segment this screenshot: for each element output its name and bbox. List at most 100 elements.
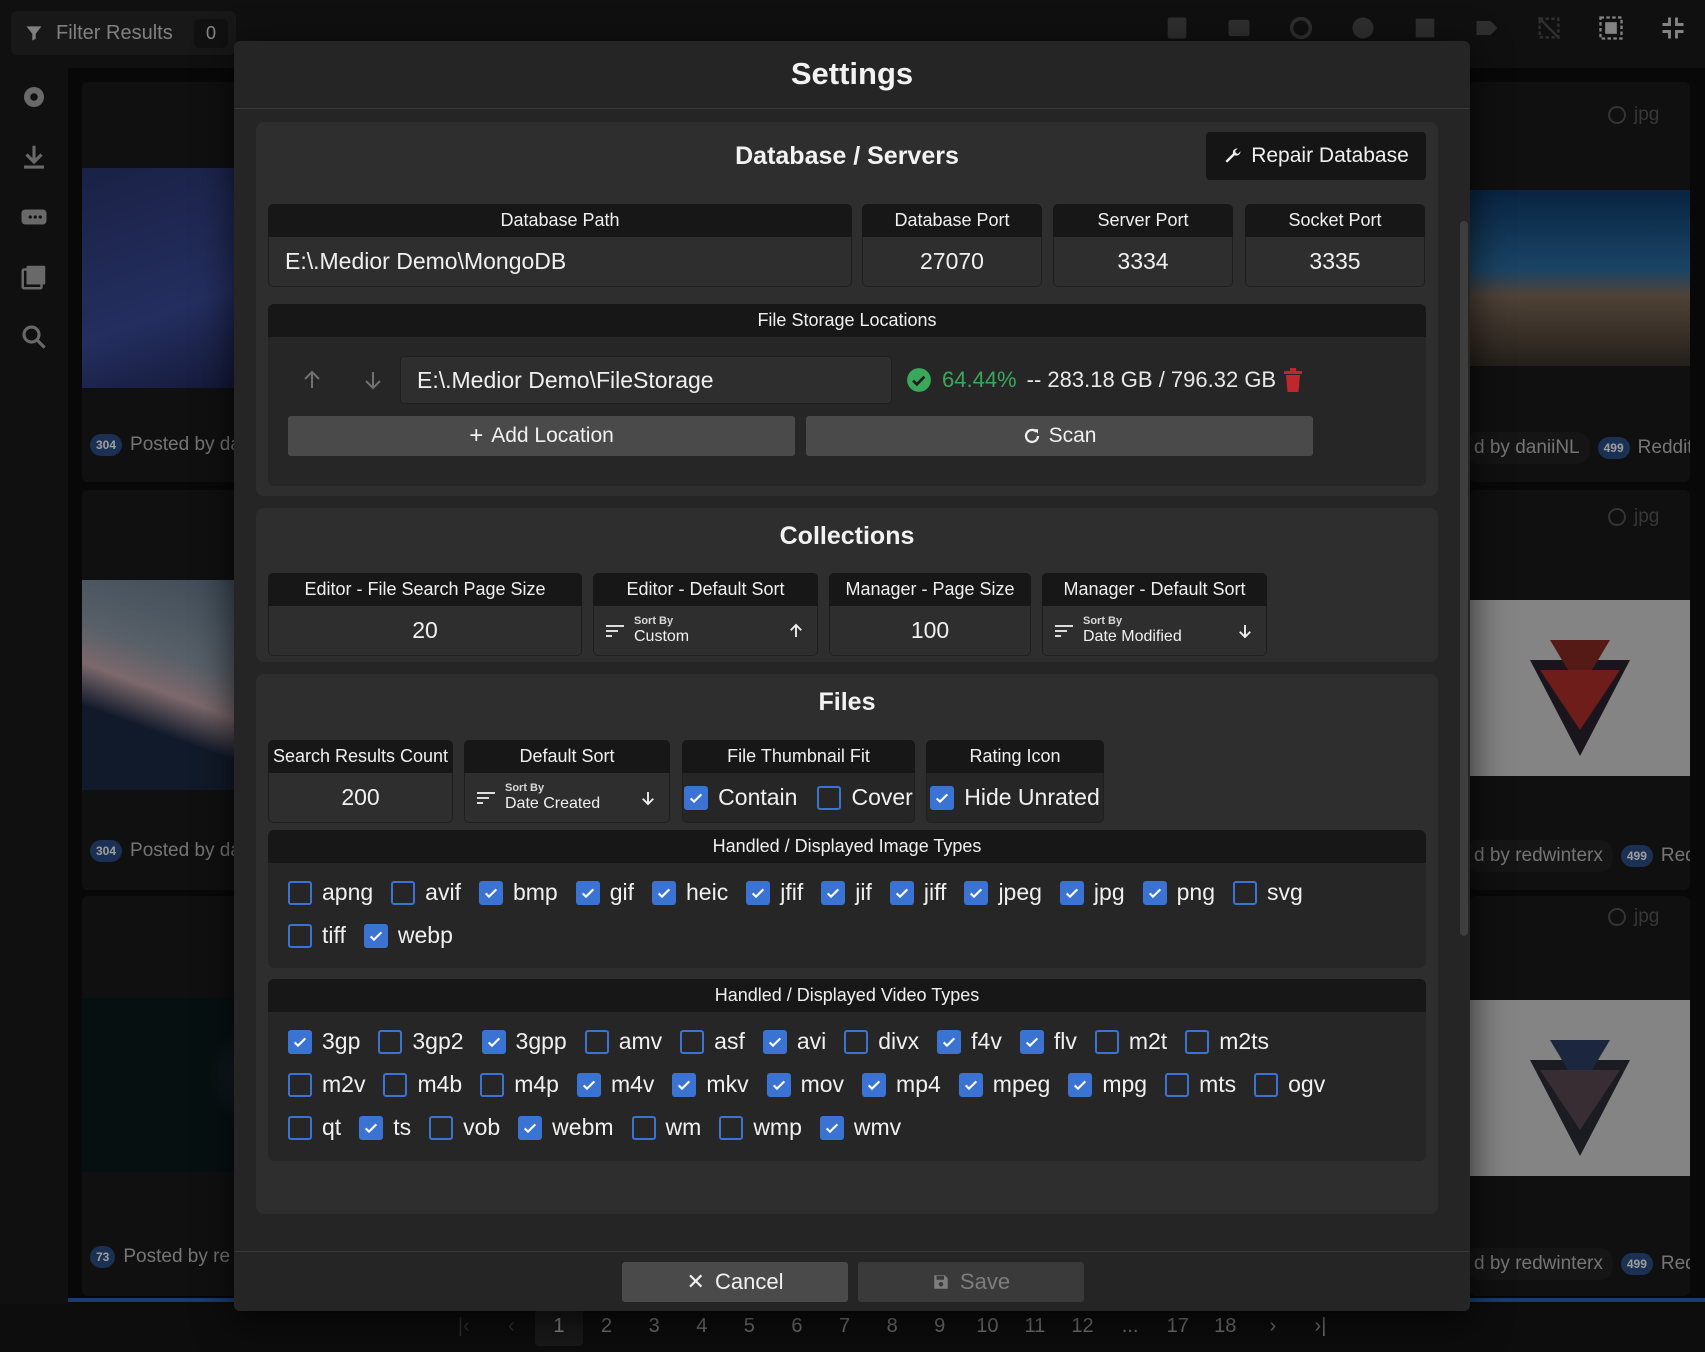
filetype-checkbox[interactable]: ts	[359, 1114, 411, 1141]
filetype-checkbox[interactable]: m2t	[1094, 1028, 1167, 1055]
filetype-checkbox[interactable]: jfif	[746, 879, 803, 906]
checkbox-box[interactable]	[631, 1115, 656, 1140]
search-results-count-input[interactable]: 200	[268, 773, 453, 823]
trash-icon[interactable]	[1282, 368, 1304, 392]
filetype-checkbox[interactable]: jpg	[1059, 879, 1125, 906]
filetype-checkbox[interactable]: wmp	[719, 1114, 802, 1141]
checkbox-box[interactable]	[819, 1115, 844, 1140]
filetype-checkbox[interactable]: wmv	[819, 1114, 901, 1141]
checkbox-box[interactable]	[684, 785, 709, 810]
checkbox-box[interactable]	[1254, 1072, 1279, 1097]
default-sort-select[interactable]: Sort By Date Created	[464, 773, 670, 823]
filetype-checkbox[interactable]: ogv	[1254, 1071, 1325, 1098]
filetype-checkbox[interactable]: m4b	[383, 1071, 462, 1098]
database-path-input[interactable]: E:\.Medior Demo\MongoDB	[268, 237, 852, 287]
checkbox-box[interactable]	[288, 923, 312, 948]
filetype-checkbox[interactable]: amv	[584, 1028, 662, 1055]
checkbox-box[interactable]	[1068, 1072, 1093, 1097]
hide-unrated-checkbox[interactable]: Hide Unrated	[930, 784, 1100, 811]
checkbox-box[interactable]	[1094, 1029, 1119, 1054]
dialog-scrollbar[interactable]	[1458, 109, 1470, 1289]
filetype-checkbox[interactable]: 3gp2	[378, 1028, 464, 1055]
filetype-checkbox[interactable]: png	[1142, 879, 1215, 906]
checkbox-box[interactable]	[652, 880, 677, 905]
filetype-checkbox[interactable]: mov	[766, 1071, 844, 1098]
filetype-checkbox[interactable]: mpg	[1068, 1071, 1147, 1098]
filetype-checkbox[interactable]: m4v	[576, 1071, 654, 1098]
database-port-input[interactable]: 27070	[862, 237, 1042, 287]
cancel-button[interactable]: ✕ Cancel	[622, 1262, 848, 1302]
checkbox-box[interactable]	[817, 785, 842, 810]
checkbox-box[interactable]	[575, 880, 600, 905]
checkbox-box[interactable]	[766, 1072, 791, 1097]
filetype-checkbox[interactable]: heic	[652, 879, 728, 906]
checkbox-box[interactable]	[930, 785, 955, 810]
cover-checkbox[interactable]: Cover	[817, 784, 913, 811]
filetype-checkbox[interactable]: bmp	[478, 879, 558, 906]
arrow-up-icon[interactable]	[300, 368, 324, 392]
checkbox-box[interactable]	[429, 1115, 454, 1140]
checkbox-box[interactable]	[363, 923, 388, 948]
filetype-checkbox[interactable]: mkv	[672, 1071, 749, 1098]
checkbox-box[interactable]	[359, 1115, 384, 1140]
filetype-checkbox[interactable]: gif	[575, 879, 634, 906]
filetype-checkbox[interactable]: webm	[518, 1114, 614, 1141]
storage-location-input[interactable]: E:\.Medior Demo\FileStorage	[400, 356, 892, 404]
filetype-checkbox[interactable]: flv	[1019, 1028, 1077, 1055]
filetype-checkbox[interactable]: asf	[680, 1028, 745, 1055]
filetype-checkbox[interactable]: wm	[631, 1114, 701, 1141]
contain-checkbox[interactable]: Contain	[684, 784, 797, 811]
filetype-checkbox[interactable]: jif	[821, 879, 872, 906]
checkbox-box[interactable]	[288, 1029, 312, 1054]
add-location-button[interactable]: + Add Location	[288, 416, 795, 456]
editor-page-size-input[interactable]: 20	[268, 606, 582, 656]
filetype-checkbox[interactable]: divx	[844, 1028, 919, 1055]
filetype-checkbox[interactable]: 3gpp	[481, 1028, 567, 1055]
checkbox-box[interactable]	[480, 1072, 505, 1097]
checkbox-box[interactable]	[958, 1072, 983, 1097]
checkbox-box[interactable]	[288, 880, 312, 905]
checkbox-box[interactable]	[889, 880, 914, 905]
filetype-checkbox[interactable]: avif	[391, 879, 461, 906]
checkbox-box[interactable]	[1019, 1029, 1044, 1054]
checkbox-box[interactable]	[844, 1029, 869, 1054]
filetype-checkbox[interactable]: qt	[288, 1114, 341, 1141]
checkbox-box[interactable]	[821, 880, 846, 905]
checkbox-box[interactable]	[862, 1072, 887, 1097]
checkbox-box[interactable]	[288, 1115, 312, 1140]
checkbox-box[interactable]	[518, 1115, 543, 1140]
scan-button[interactable]: Scan	[806, 416, 1313, 456]
filetype-checkbox[interactable]: m2ts	[1185, 1028, 1269, 1055]
arrow-down-icon[interactable]	[361, 368, 385, 392]
filetype-checkbox[interactable]: jpeg	[964, 879, 1042, 906]
filetype-checkbox[interactable]: f4v	[937, 1028, 1002, 1055]
checkbox-box[interactable]	[288, 1072, 312, 1097]
checkbox-box[interactable]	[1165, 1072, 1190, 1097]
filetype-checkbox[interactable]: mp4	[862, 1071, 941, 1098]
server-port-input[interactable]: 3334	[1053, 237, 1233, 287]
checkbox-box[interactable]	[584, 1029, 609, 1054]
filetype-checkbox[interactable]: m2v	[288, 1071, 365, 1098]
filetype-checkbox[interactable]: tiff	[288, 922, 346, 949]
repair-database-button[interactable]: Repair Database	[1206, 132, 1426, 180]
filetype-checkbox[interactable]: avi	[762, 1028, 826, 1055]
socket-port-input[interactable]: 3335	[1245, 237, 1425, 287]
checkbox-box[interactable]	[383, 1072, 408, 1097]
filetype-checkbox[interactable]: svg	[1233, 879, 1303, 906]
checkbox-box[interactable]	[391, 880, 416, 905]
manager-page-size-input[interactable]: 100	[829, 606, 1031, 656]
checkbox-box[interactable]	[1059, 880, 1084, 905]
checkbox-box[interactable]	[672, 1072, 697, 1097]
filetype-checkbox[interactable]: m4p	[480, 1071, 559, 1098]
checkbox-box[interactable]	[719, 1115, 744, 1140]
save-button[interactable]: Save	[858, 1262, 1084, 1302]
checkbox-box[interactable]	[478, 880, 503, 905]
arrow-down-icon[interactable]	[639, 789, 657, 807]
filetype-checkbox[interactable]: webp	[363, 922, 453, 949]
manager-default-sort-select[interactable]: Sort By Date Modified	[1042, 606, 1267, 656]
checkbox-box[interactable]	[937, 1029, 962, 1054]
checkbox-box[interactable]	[1142, 880, 1167, 905]
filetype-checkbox[interactable]: mts	[1165, 1071, 1236, 1098]
checkbox-box[interactable]	[576, 1072, 601, 1097]
filetype-checkbox[interactable]: apng	[288, 879, 373, 906]
